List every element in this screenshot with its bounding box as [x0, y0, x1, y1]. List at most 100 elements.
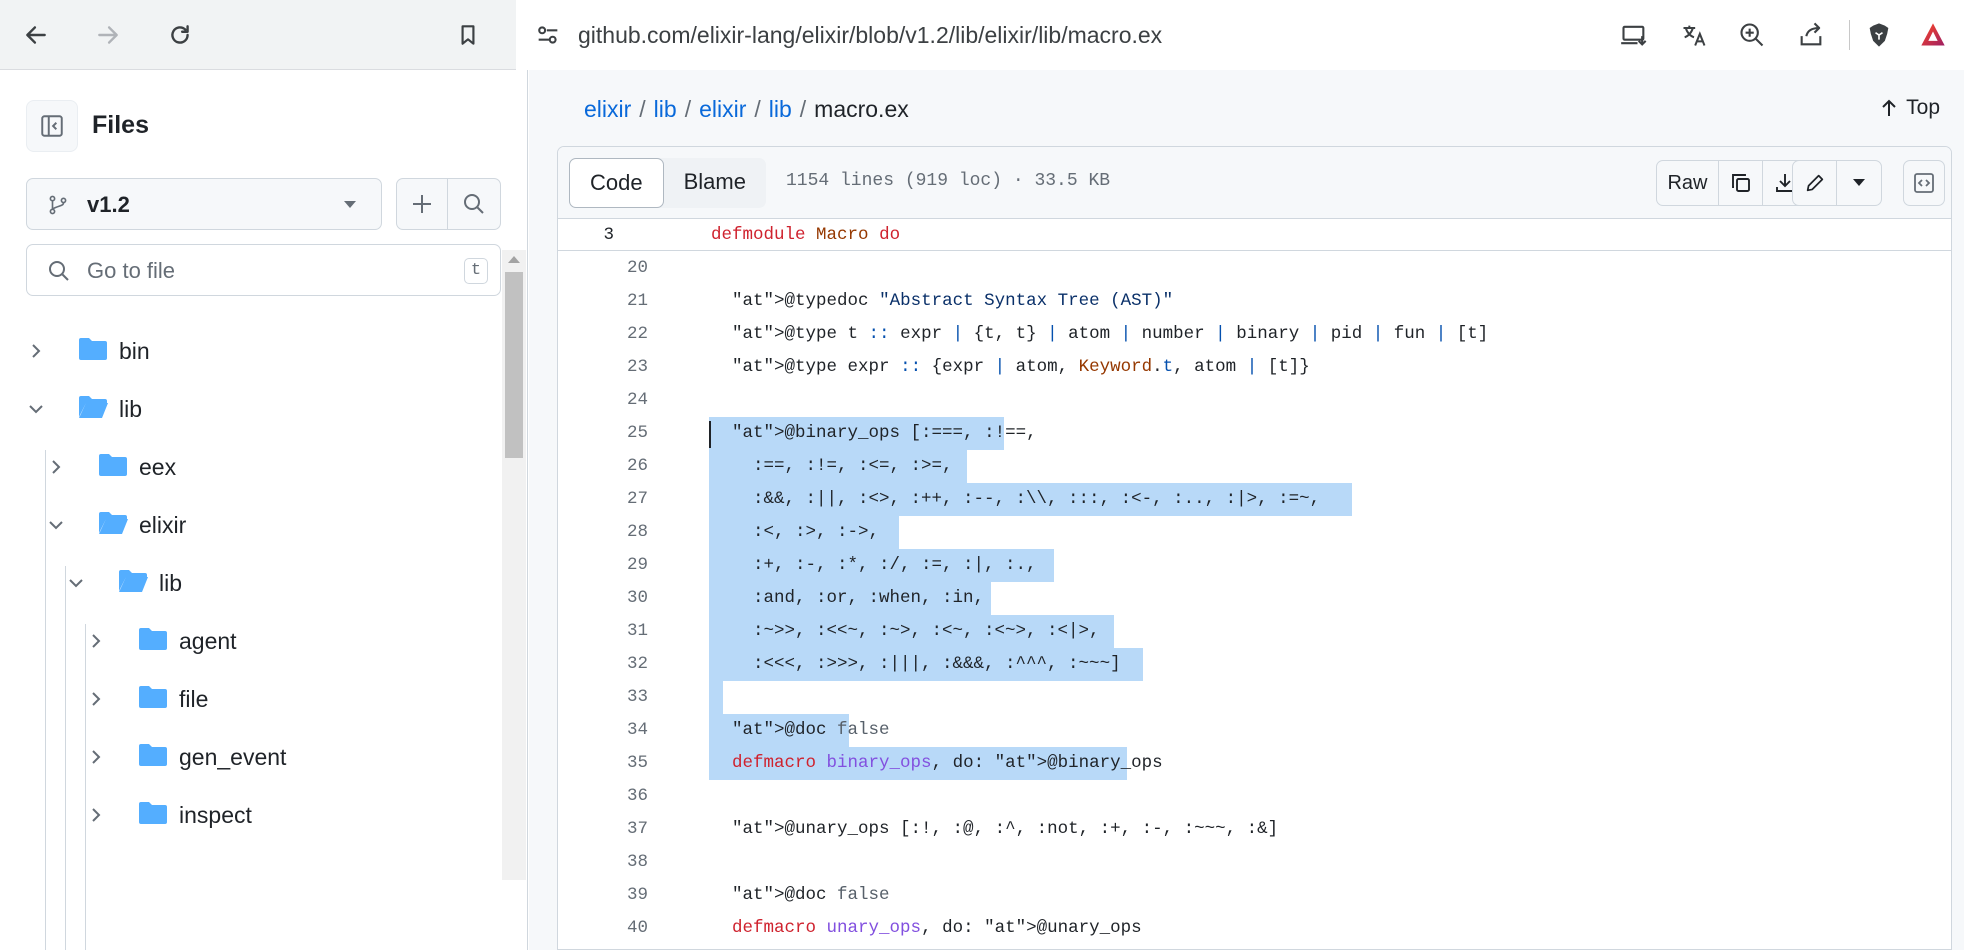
code-line[interactable]: 24	[558, 384, 1951, 417]
url-text[interactable]: github.com/elixir-lang/elixir/blob/v1.2/…	[578, 22, 1162, 49]
bookmark-button[interactable]	[446, 13, 490, 57]
chevron-right-icon[interactable]	[86, 805, 106, 825]
code-line[interactable]: 21 "at">@typedoc "Abstract Syntax Tree (…	[558, 285, 1951, 318]
line-number[interactable]: 20	[598, 258, 648, 278]
add-file-button[interactable]	[396, 178, 448, 230]
line-number[interactable]: 28	[598, 522, 648, 542]
code-line[interactable]: 38	[558, 846, 1951, 879]
branch-selector[interactable]: v1.2	[26, 178, 382, 230]
tab-code[interactable]: Code	[569, 158, 664, 208]
line-number[interactable]: 31	[598, 621, 648, 641]
line-number[interactable]: 22	[598, 324, 648, 344]
code-line[interactable]: 37 "at">@unary_ops [:!, :@, :^, :not, :+…	[558, 813, 1951, 846]
tree-item[interactable]: agent	[0, 612, 500, 670]
code-line[interactable]: 34 "at">@doc false	[558, 714, 1951, 747]
chevron-down-icon[interactable]	[46, 515, 66, 535]
tree-item[interactable]: eex	[0, 438, 500, 496]
line-number[interactable]: 35	[598, 753, 648, 773]
line-number[interactable]: 34	[598, 720, 648, 740]
tab-blame[interactable]: Blame	[664, 158, 766, 208]
chevron-right-icon[interactable]	[26, 341, 46, 361]
brave-rewards-button[interactable]	[1915, 17, 1951, 53]
line-number[interactable]: 36	[598, 786, 648, 806]
tree-item[interactable]: gen_event	[0, 728, 500, 786]
code-line[interactable]: 39 "at">@doc false	[558, 879, 1951, 912]
pencil-icon	[1806, 174, 1823, 192]
line-number[interactable]: 39	[598, 885, 648, 905]
code-line[interactable]: 35 defmacro binary_ops, do: "at">@binary…	[558, 747, 1951, 780]
top-button[interactable]: Top	[1880, 96, 1940, 120]
share-button[interactable]	[1793, 17, 1829, 53]
tree-item-label: file	[179, 686, 209, 712]
tree-item[interactable]: bin	[0, 322, 500, 380]
zoom-button[interactable]	[1734, 17, 1770, 53]
line-number[interactable]: 24	[598, 390, 648, 410]
copy-raw-button[interactable]	[1719, 161, 1763, 205]
code-line[interactable]: 33	[558, 681, 1951, 714]
line-number[interactable]: 40	[598, 918, 648, 938]
brave-shields-button[interactable]	[1861, 17, 1897, 53]
breadcrumb-link-lib[interactable]: lib	[654, 96, 677, 122]
line-number[interactable]: 21	[598, 291, 648, 311]
edit-options-dropdown[interactable]	[1837, 161, 1881, 205]
line-number[interactable]: 32	[598, 654, 648, 674]
edit-file-button[interactable]	[1793, 161, 1837, 205]
reload-button[interactable]	[158, 13, 202, 57]
code-line[interactable]: 27 :&&, :||, :<>, :++, :--, :\\, :::, :<…	[558, 483, 1951, 516]
bookmark-icon	[461, 25, 475, 45]
install-app-button[interactable]	[1616, 17, 1652, 53]
line-number[interactable]: 23	[598, 357, 648, 377]
code-line[interactable]: 31 :~>>, :<<~, :~>, :<~, :<~>, :<|>,	[558, 615, 1951, 648]
address-bar[interactable]: github.com/elixir-lang/elixir/blob/v1.2/…	[516, 0, 1964, 70]
line-number[interactable]: 29	[598, 555, 648, 575]
scroll-up-arrow[interactable]	[508, 256, 520, 263]
line-number[interactable]: 27	[598, 489, 648, 509]
code-line[interactable]: 26 :==, :!=, :<=, :>=,	[558, 450, 1951, 483]
line-number[interactable]: 37	[598, 819, 648, 839]
breadcrumb-link-lib-sub[interactable]: lib	[769, 96, 792, 122]
tree-item[interactable]: lib	[0, 554, 500, 612]
code-line[interactable]: 25 "at">@binary_ops [:===, :!==,	[558, 417, 1951, 450]
code-line[interactable]: 20	[558, 252, 1951, 285]
line-number[interactable]: 25	[598, 423, 648, 443]
code-line[interactable]: 22 "at">@type t :: expr | {t, t} | atom …	[558, 318, 1951, 351]
chevron-down-icon[interactable]	[26, 399, 46, 419]
chevron-right-icon[interactable]	[86, 689, 106, 709]
code-line[interactable]: 40 defmacro unary_ops, do: "at">@unary_o…	[558, 912, 1951, 945]
tree-item[interactable]: lib	[0, 380, 500, 438]
line-number[interactable]: 38	[598, 852, 648, 872]
tree-item[interactable]: elixir	[0, 496, 500, 554]
symbols-panel-button[interactable]	[1904, 161, 1944, 205]
sidebar-collapse-icon	[41, 115, 63, 137]
code-lines[interactable]: 20 21 "at">@typedoc "Abstract Syntax Tree…	[558, 252, 1951, 949]
code-line[interactable]: 23 "at">@type expr :: {expr | atom, Keyw…	[558, 351, 1951, 384]
caret-down-icon	[1853, 179, 1865, 186]
search-code-button[interactable]	[447, 178, 501, 230]
tree-item[interactable]: inspect	[0, 786, 500, 844]
go-to-file-input[interactable]: Go to file t	[26, 244, 501, 296]
forward-button[interactable]	[86, 13, 130, 57]
code-line[interactable]: 36	[558, 780, 1951, 813]
site-settings-button[interactable]	[530, 17, 566, 53]
chevron-right-icon[interactable]	[86, 747, 106, 767]
back-button[interactable]	[14, 13, 58, 57]
code-line[interactable]: 30 :and, :or, :when, :in,	[558, 582, 1951, 615]
line-number[interactable]: 33	[598, 687, 648, 707]
file-tree-scrollbar[interactable]	[502, 250, 526, 880]
breadcrumb-link-elixir[interactable]: elixir	[584, 96, 631, 122]
chevron-right-icon[interactable]	[86, 631, 106, 651]
translate-button[interactable]	[1676, 17, 1712, 53]
tree-item[interactable]: file	[0, 670, 500, 728]
breadcrumb-link-elixir-sub[interactable]: elixir	[699, 96, 746, 122]
collapse-sidebar-button[interactable]	[26, 100, 78, 152]
code-line[interactable]: 32 :<<<, :>>>, :|||, :&&&, :^^^, :~~~]	[558, 648, 1951, 681]
chevron-down-icon[interactable]	[66, 573, 86, 593]
code-line[interactable]: 29 :+, :-, :*, :/, :=, :|, :.,	[558, 549, 1951, 582]
line-number[interactable]: 30	[598, 588, 648, 608]
code-line[interactable]: 28 :<, :>, :->,	[558, 516, 1951, 549]
scrollbar-thumb[interactable]	[505, 272, 523, 458]
line-number[interactable]: 26	[598, 456, 648, 476]
tree-item-label: bin	[119, 338, 150, 364]
raw-button[interactable]: Raw	[1657, 161, 1719, 205]
chevron-right-icon[interactable]	[46, 457, 66, 477]
